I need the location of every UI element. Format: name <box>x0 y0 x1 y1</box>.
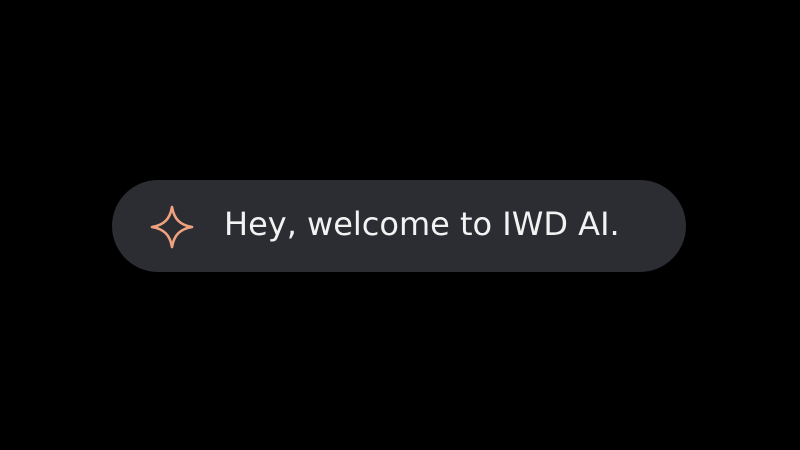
sparkle-icon <box>150 205 194 249</box>
app-stage: Hey, welcome to IWD AI. <box>0 0 800 450</box>
welcome-message: Hey, welcome to IWD AI. <box>224 205 620 243</box>
